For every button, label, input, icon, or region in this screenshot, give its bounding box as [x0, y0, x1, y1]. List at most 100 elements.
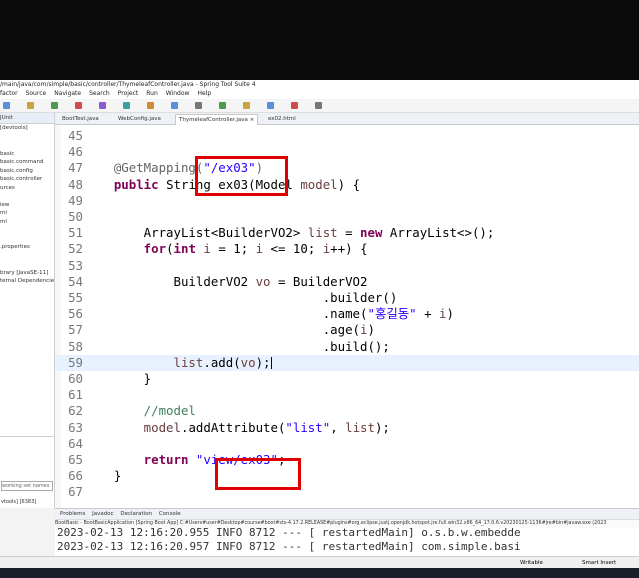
toolbar-icon[interactable]: [315, 102, 322, 109]
line-number: 67: [68, 484, 83, 500]
code-token: list: [345, 419, 375, 435]
tree-item[interactable]: .properties: [0, 243, 54, 252]
toolbar-icon[interactable]: [219, 102, 226, 109]
line-number: 61: [68, 387, 83, 403]
menu-item[interactable]: Window: [166, 90, 190, 97]
tree-item[interactable]: basic: [0, 150, 54, 159]
tree-item[interactable]: [0, 133, 54, 142]
toolbar-icon[interactable]: [123, 102, 130, 109]
tab-declaration[interactable]: Declaration: [120, 511, 152, 517]
code-text: .build();: [84, 339, 390, 355]
tree-item[interactable]: [0, 252, 54, 261]
tree-item[interactable]: ml: [0, 218, 54, 227]
code-token: @GetMapping(: [84, 160, 204, 176]
code-token: ): [367, 322, 375, 338]
code-token: vo: [255, 273, 271, 289]
code-token: );: [255, 354, 271, 370]
tree-item[interactable]: [0, 226, 54, 235]
close-icon[interactable]: ×: [250, 117, 255, 123]
tree-item[interactable]: ternal Dependencies: [0, 277, 54, 286]
code-text: BuilderVO2 vo = BuilderVO2: [84, 273, 368, 290]
code-line: 46: [55, 144, 639, 160]
tab-ex02-html[interactable]: ex02.html: [265, 114, 299, 124]
tree-item[interactable]: urces: [0, 184, 54, 193]
code-text: .age(i): [84, 322, 375, 338]
tab-console[interactable]: Console: [159, 511, 181, 517]
toolbar-icon[interactable]: [267, 102, 274, 109]
toolbar-icon[interactable]: [51, 102, 58, 109]
code-token: model: [84, 419, 181, 435]
menu-item[interactable]: Search: [89, 90, 110, 97]
code-line: 54 BuilderVO2 vo = BuilderVO2: [55, 274, 639, 290]
toolbar-icon[interactable]: [243, 102, 250, 109]
tree-item[interactable]: [0, 235, 54, 244]
tree-item[interactable]: [devtools]: [0, 124, 54, 133]
tree-item[interactable]: brary [JavaSE-11]: [0, 269, 54, 278]
code-line: 62 //model: [55, 403, 639, 419]
toolbar-icon[interactable]: [171, 102, 178, 109]
code-editor[interactable]: 45 46 47 @GetMapping("/ex03") 48 public Str…: [55, 125, 639, 508]
code-token: .name(: [84, 306, 368, 322]
tab-junit[interactable]: JUnit: [0, 113, 54, 124]
code-line: 61: [55, 387, 639, 403]
tab-problems[interactable]: Problems: [60, 511, 85, 517]
working-set-filter-input[interactable]: working set names: [1, 481, 53, 491]
tree-item[interactable]: iew: [0, 201, 54, 210]
code-token: public: [84, 176, 167, 192]
line-number: 56: [68, 306, 83, 322]
code-token: = 1;: [210, 241, 256, 257]
code-text: list.add(vo);: [84, 355, 272, 371]
tree-item[interactable]: ml: [0, 209, 54, 218]
code-token: int: [173, 241, 196, 257]
code-token: "list": [285, 419, 331, 435]
toolbar-icon[interactable]: [99, 102, 106, 109]
toolbar-icon[interactable]: [3, 102, 10, 109]
menu-item[interactable]: Source: [26, 90, 47, 97]
server-entry[interactable]: vtools] [6383]: [1, 499, 36, 505]
tree-item[interactable]: basic.command: [0, 158, 54, 167]
toolbar-icon[interactable]: [147, 102, 154, 109]
console-log-line: 2023-02-13 12:16:20.957 INFO 8712 --- [ …: [57, 540, 521, 553]
highlight-box-mapping: [195, 156, 288, 196]
tree-item[interactable]: [0, 141, 54, 150]
tree-item[interactable]: basic.config: [0, 167, 54, 176]
code-token: );: [374, 419, 390, 435]
os-taskbar: [0, 568, 639, 578]
tab-boottest[interactable]: BootTest.java: [59, 114, 102, 124]
code-token: =: [337, 225, 361, 241]
menu-item[interactable]: factor: [0, 90, 18, 97]
code-token: .age(: [84, 322, 361, 338]
code-token: <= 10;: [263, 241, 323, 257]
toolbar-icon[interactable]: [27, 102, 34, 109]
tree-item[interactable]: basic.controller: [0, 175, 54, 184]
tab-javadoc[interactable]: Javadoc: [92, 511, 114, 517]
tree-item[interactable]: [0, 260, 54, 269]
menu-item[interactable]: Help: [197, 90, 211, 97]
code-token: vo: [240, 354, 256, 370]
toolbar-icon[interactable]: [75, 102, 82, 109]
code-token: +: [416, 306, 439, 322]
console-tabs: Problems Javadoc Declaration Console: [55, 509, 639, 520]
line-number: 65: [68, 452, 83, 467]
code-line: 67: [55, 484, 639, 500]
highlight-box-return: [215, 458, 301, 490]
code-token: .builder(): [84, 290, 398, 305]
line-number: 49: [68, 192, 83, 208]
toolbar-icon[interactable]: [291, 102, 298, 109]
menu-item[interactable]: Run: [146, 90, 158, 97]
code-token: (: [166, 241, 174, 257]
menu-bar: factor Source Navigate Search Project Run Wind…: [0, 89, 639, 99]
code-line: 49: [55, 193, 639, 209]
menu-item[interactable]: Navigate: [54, 90, 81, 97]
tab-thymeleafcontroller[interactable]: ThymeleafController.java ×: [175, 114, 259, 125]
code-line: 47 @GetMapping("/ex03"): [55, 160, 639, 176]
toolbar: [0, 99, 639, 113]
tree-item[interactable]: [0, 192, 54, 201]
tab-webconfig[interactable]: WebConfig.java: [115, 114, 164, 124]
line-number: 66: [68, 468, 83, 484]
text-cursor: [270, 357, 272, 370]
line-number: 55: [68, 290, 83, 305]
code-token: }: [84, 371, 152, 386]
toolbar-icon[interactable]: [195, 102, 202, 109]
menu-item[interactable]: Project: [118, 90, 139, 97]
